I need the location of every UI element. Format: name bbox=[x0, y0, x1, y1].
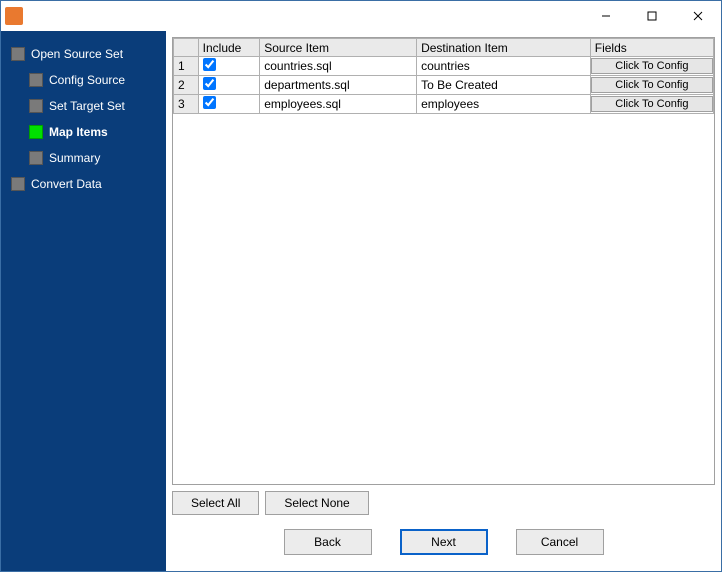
step-status-icon bbox=[29, 99, 43, 113]
step-status-icon bbox=[11, 47, 25, 61]
step-label: Config Source bbox=[49, 73, 125, 87]
step-status-icon bbox=[29, 73, 43, 87]
step-label: Convert Data bbox=[31, 177, 102, 191]
main-panel: Include Source Item Destination Item Fie… bbox=[166, 31, 721, 571]
row-number: 2 bbox=[174, 76, 199, 95]
wizard-step[interactable]: Map Items bbox=[9, 119, 162, 145]
row-number: 3 bbox=[174, 95, 199, 114]
step-label: Summary bbox=[49, 151, 100, 165]
maximize-button[interactable] bbox=[629, 1, 675, 31]
window-controls bbox=[583, 1, 721, 31]
app-icon bbox=[5, 7, 23, 25]
source-item-cell[interactable]: employees.sql bbox=[260, 95, 417, 114]
next-button[interactable]: Next bbox=[400, 529, 488, 555]
col-rownum bbox=[174, 39, 199, 57]
destination-item-cell[interactable]: employees bbox=[417, 95, 591, 114]
fields-cell: Click To Config bbox=[590, 76, 713, 95]
wizard-step[interactable]: Set Target Set bbox=[9, 93, 162, 119]
table-row[interactable]: 3 employees.sqlemployeesClick To Config bbox=[174, 95, 714, 114]
step-label: Open Source Set bbox=[31, 47, 123, 61]
row-number: 1 bbox=[174, 57, 199, 76]
col-include[interactable]: Include bbox=[198, 39, 260, 57]
include-cell bbox=[198, 76, 260, 95]
step-status-icon bbox=[11, 177, 25, 191]
fields-cell: Click To Config bbox=[590, 57, 713, 76]
minimize-button[interactable] bbox=[583, 1, 629, 31]
wizard-step[interactable]: Summary bbox=[9, 145, 162, 171]
include-cell bbox=[198, 57, 260, 76]
items-table: Include Source Item Destination Item Fie… bbox=[173, 38, 714, 114]
selection-button-row: Select All Select None bbox=[172, 485, 715, 521]
close-icon bbox=[693, 11, 703, 21]
step-status-icon bbox=[29, 125, 43, 139]
table-row[interactable]: 2 departments.sqlTo Be CreatedClick To Co… bbox=[174, 76, 714, 95]
back-button[interactable]: Back bbox=[284, 529, 372, 555]
app-window: Open Source Set Config Source Set Target S… bbox=[0, 0, 722, 572]
items-table-wrap: Include Source Item Destination Item Fie… bbox=[172, 37, 715, 485]
config-fields-button[interactable]: Click To Config bbox=[591, 77, 713, 93]
body: Open Source Set Config Source Set Target S… bbox=[1, 31, 721, 571]
col-source[interactable]: Source Item bbox=[260, 39, 417, 57]
source-item-cell[interactable]: countries.sql bbox=[260, 57, 417, 76]
close-button[interactable] bbox=[675, 1, 721, 31]
include-checkbox[interactable] bbox=[203, 77, 216, 90]
minimize-icon bbox=[601, 11, 611, 21]
destination-item-cell[interactable]: To Be Created bbox=[417, 76, 591, 95]
select-all-button[interactable]: Select All bbox=[172, 491, 259, 515]
cancel-button[interactable]: Cancel bbox=[516, 529, 604, 555]
col-destination[interactable]: Destination Item bbox=[417, 39, 591, 57]
config-fields-button[interactable]: Click To Config bbox=[591, 58, 713, 74]
fields-cell: Click To Config bbox=[590, 95, 713, 114]
destination-item-cell[interactable]: countries bbox=[417, 57, 591, 76]
titlebar bbox=[1, 1, 721, 31]
step-label: Map Items bbox=[49, 125, 108, 139]
source-item-cell[interactable]: departments.sql bbox=[260, 76, 417, 95]
col-fields[interactable]: Fields bbox=[590, 39, 713, 57]
wizard-step[interactable]: Open Source Set bbox=[9, 41, 162, 67]
maximize-icon bbox=[647, 11, 657, 21]
step-status-icon bbox=[29, 151, 43, 165]
select-none-button[interactable]: Select None bbox=[265, 491, 368, 515]
config-fields-button[interactable]: Click To Config bbox=[591, 96, 713, 112]
step-label: Set Target Set bbox=[49, 99, 125, 113]
table-header-row: Include Source Item Destination Item Fie… bbox=[174, 39, 714, 57]
include-checkbox[interactable] bbox=[203, 58, 216, 71]
include-cell bbox=[198, 95, 260, 114]
wizard-step[interactable]: Config Source bbox=[9, 67, 162, 93]
wizard-steps-sidebar: Open Source Set Config Source Set Target S… bbox=[1, 31, 166, 571]
wizard-nav-row: Back Next Cancel bbox=[172, 521, 715, 565]
include-checkbox[interactable] bbox=[203, 96, 216, 109]
table-row[interactable]: 1 countries.sqlcountriesClick To Config bbox=[174, 57, 714, 76]
wizard-step[interactable]: Convert Data bbox=[9, 171, 162, 197]
